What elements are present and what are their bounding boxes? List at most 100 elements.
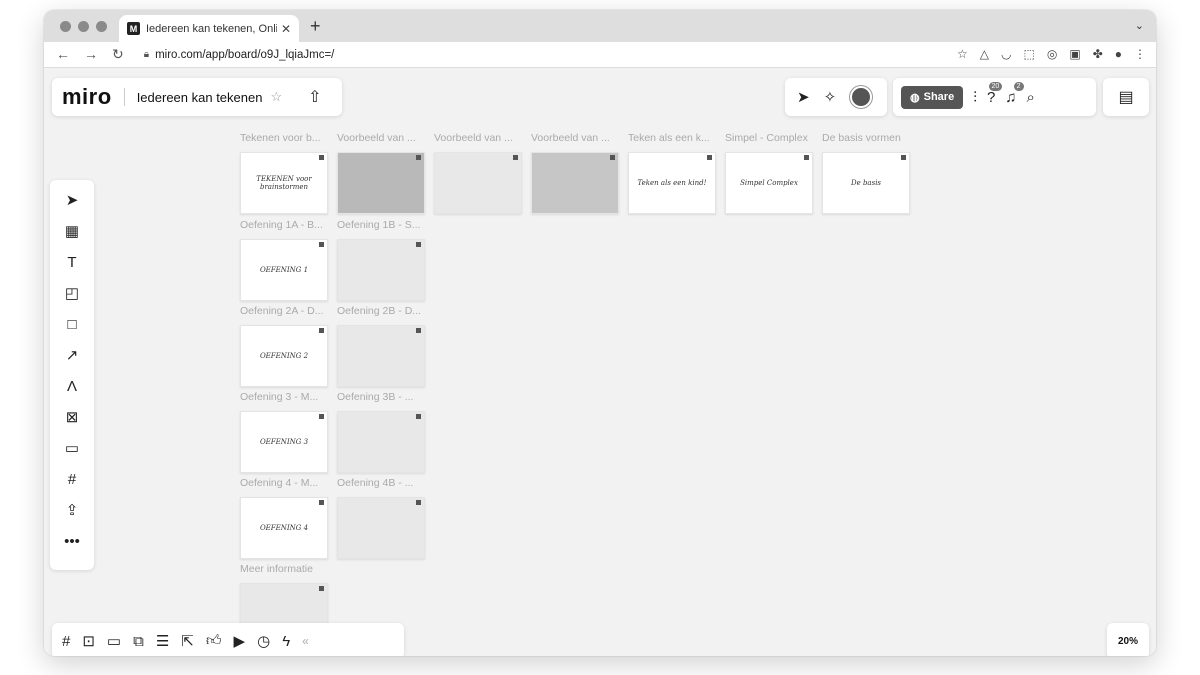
export-icon[interactable]: ⇧ [308, 87, 321, 107]
more-icon[interactable]: ••• [57, 531, 87, 552]
select-icon[interactable]: ➤ [57, 190, 87, 211]
url-field[interactable]: 🔒︎ miro.com/app/board/o9J_lqiaJmc=/ [144, 49, 335, 61]
frame-thumbnail-text: OEFENING 4 [259, 524, 309, 532]
share-label: Share [923, 91, 955, 103]
browser-window: M Iedereen kan tekenen, Online W ✕ + ⌄ ←… [44, 10, 1156, 656]
frame-icon[interactable]: # [57, 469, 87, 490]
comment-icon[interactable]: ▭ [57, 438, 87, 459]
profile-icon[interactable]: ● [1115, 47, 1122, 61]
cards-icon[interactable]: ☰ [156, 632, 169, 650]
star-icon[interactable]: ☆ [270, 89, 282, 105]
avatar[interactable] [850, 86, 873, 108]
shape-icon[interactable]: □ [57, 314, 87, 335]
notion-icon[interactable]: ▣ [1069, 47, 1080, 61]
browser-tab[interactable]: M Iedereen kan tekenen, Online W ✕ [119, 15, 299, 42]
close-tab-icon[interactable]: ✕ [281, 22, 291, 36]
zoom-level[interactable]: 20% [1107, 623, 1149, 656]
window-controls[interactable] [60, 21, 107, 32]
video-icon[interactable]: ▶ [234, 632, 246, 650]
notes-icon[interactable]: ▤ [1103, 78, 1149, 116]
share-screen-icon[interactable]: ⇱ [181, 632, 194, 650]
frames-icon[interactable]: # [62, 633, 70, 650]
presentation-icon[interactable]: ⊡ [82, 632, 95, 650]
pocket-icon[interactable]: ◡ [1001, 47, 1011, 61]
frame-label: Oefening 1B - S... [337, 219, 421, 231]
frame[interactable]: Oefening 4B - ... [337, 477, 434, 559]
frame-thumbnail[interactable]: OEFENING 2 [240, 325, 328, 387]
reload-icon[interactable]: ↻ [112, 46, 124, 63]
frame[interactable]: Oefening 4 - M... OEFENING 4 [240, 477, 337, 559]
drive-icon[interactable]: △ [980, 47, 989, 61]
frame[interactable]: Oefening 1B - S... [337, 219, 434, 301]
text-icon[interactable]: T [57, 252, 87, 273]
collapse-icon[interactable]: « [302, 634, 309, 648]
frame[interactable]: Tekenen voor b... TEKENEN voor brainstorm… [240, 132, 337, 214]
frame-thumbnail[interactable] [337, 411, 425, 473]
forward-icon[interactable]: → [84, 46, 98, 63]
frame-thumbnail[interactable]: OEFENING 1 [240, 239, 328, 301]
frame[interactable]: Oefening 2A - D... OEFENING 2 [240, 305, 337, 387]
frame[interactable]: Voorbeeld van ... [434, 132, 531, 214]
frame[interactable]: Simpel - Complex Simpel Complex [725, 132, 822, 214]
frame[interactable]: Teken als een k... Teken als een kind! [628, 132, 725, 214]
frame-label: Oefening 2B - D... [337, 305, 422, 317]
puzzle-icon[interactable]: ✤ [1093, 47, 1103, 61]
frame[interactable]: Voorbeeld van ... [531, 132, 628, 214]
lightning-icon[interactable]: ϟ [282, 633, 290, 650]
new-tab-icon[interactable]: + [310, 16, 321, 37]
frame-label: Voorbeeld van ... [337, 132, 416, 144]
share-button[interactable]: ◍ Share [901, 85, 964, 109]
settings-icon[interactable]: ⫶ [973, 89, 977, 106]
frame-thumbnail[interactable] [531, 152, 619, 214]
frame-label: Teken als een k... [628, 132, 710, 144]
frame-thumbnail[interactable] [337, 152, 425, 214]
comments-icon[interactable]: ▭ [107, 632, 121, 650]
frame[interactable]: Oefening 3B - ... [337, 391, 434, 473]
frame-thumbnail[interactable]: Simpel Complex [725, 152, 813, 214]
miro-canvas[interactable]: miro Iedereen kan tekenen ☆ ⇧ ➤ ✧ ◍ Share… [44, 68, 1156, 656]
search-icon[interactable]: ⌕ [1027, 89, 1035, 106]
thumbs-up-icon[interactable]: 👍︎ [206, 632, 222, 650]
frame-thumbnail[interactable]: OEFENING 3 [240, 411, 328, 473]
frame-label: Voorbeeld van ... [434, 132, 513, 144]
share-panel: ◍ Share ⫶ ? 20 ♫ 2 ⌕ [893, 78, 1096, 116]
screenshot-icon[interactable]: ⬚ [1024, 47, 1035, 61]
menu-icon[interactable]: ⋮ [1134, 47, 1146, 61]
frame-thumbnail[interactable] [337, 325, 425, 387]
frame-image-icon[interactable]: ⊠ [57, 407, 87, 428]
extension-icon[interactable]: ◎ [1047, 47, 1057, 61]
timer-icon[interactable]: ◷ [257, 632, 270, 650]
pen-icon[interactable]: Λ [57, 376, 87, 397]
miro-logo[interactable]: miro [62, 84, 112, 110]
arrow-icon[interactable]: ↗ [57, 345, 87, 366]
frame[interactable]: Voorbeeld van ... [337, 132, 434, 214]
bookmark-star-icon[interactable]: ☆ [957, 47, 968, 61]
back-icon[interactable]: ← [56, 46, 70, 63]
frame-thumbnail[interactable]: TEKENEN voor brainstormen [240, 152, 328, 214]
frame[interactable]: Oefening 3 - M... OEFENING 3 [240, 391, 337, 473]
templates-icon[interactable]: ▦ [57, 221, 87, 242]
frame-label: Oefening 4B - ... [337, 477, 414, 489]
tab-search-icon[interactable]: ⌄ [1135, 19, 1144, 32]
bell-icon[interactable]: ♫ 2 [1005, 81, 1024, 106]
upload-icon[interactable]: ⇪ [57, 500, 87, 521]
board-name[interactable]: Iedereen kan tekenen [137, 90, 263, 105]
frame-thumbnail[interactable] [434, 152, 522, 214]
frame-thumbnail[interactable] [337, 239, 425, 301]
frame-thumbnail[interactable]: OEFENING 4 [240, 497, 328, 559]
frame-label: Oefening 3B - ... [337, 391, 414, 403]
screen-share-icon[interactable]: ⧉ [133, 633, 144, 650]
frame-thumbnail[interactable] [337, 497, 425, 559]
sticky-note-icon[interactable]: ◰ [57, 283, 87, 304]
cursor-icon[interactable]: ➤ [797, 88, 810, 106]
celebrate-icon[interactable]: ✧ [824, 88, 837, 106]
frame[interactable]: Oefening 1A - B... OEFENING 1 [240, 219, 337, 301]
frame-thumbnail[interactable]: Teken als een kind! [628, 152, 716, 214]
frame[interactable]: De basis vormen De basis [822, 132, 919, 214]
frame-thumbnail[interactable]: De basis [822, 152, 910, 214]
help-icon[interactable]: ? 20 [987, 81, 1003, 106]
frames-row: Oefening 4 - M... OEFENING 4 Oefening 4B -… [240, 477, 434, 559]
frame[interactable]: Oefening 2B - D... [337, 305, 434, 387]
frames-row: Oefening 3 - M... OEFENING 3 Oefening 3B -… [240, 391, 434, 473]
miro-favicon-icon: M [127, 22, 140, 35]
